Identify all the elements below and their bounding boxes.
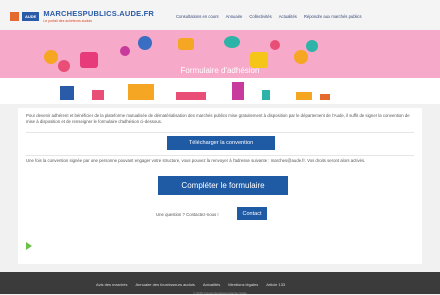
house-icon [92, 90, 104, 100]
footer-links: Avis des marchés Annuaire des fournisseu… [96, 282, 285, 287]
nav-annuaire[interactable]: Annuaire [226, 14, 243, 19]
tower-icon [232, 82, 244, 100]
footer-link-article[interactable]: Article 133 [266, 282, 285, 287]
bubble-icon-2 [270, 40, 280, 50]
school-icon [176, 92, 206, 100]
bubble-icon [120, 46, 130, 56]
footer-link-mentions[interactable]: Mentions légales [228, 282, 258, 287]
nav-actualites[interactable]: Actualités [279, 14, 297, 19]
footer-link-avis[interactable]: Avis des marchés [96, 282, 128, 287]
copyright: © 2015 Conseil départemental de l'Aude [193, 291, 247, 295]
banner: Formulaire d'adhésion [0, 30, 440, 104]
download-convention-button[interactable]: Télécharger la convention [167, 136, 275, 150]
logo-title: MARCHESPUBLICS.AUDE.FR [43, 9, 154, 18]
pencil-icon [178, 38, 194, 50]
question-text: Une question ? Contactez-nous ! [156, 212, 219, 217]
building-icon [60, 86, 74, 100]
main-nav: Consultations en cours Annuaire Collecti… [176, 14, 362, 19]
instructions-text: Une fois la convention signée par une pe… [26, 158, 366, 163]
footer: Avis des marchés Annuaire des fournisseu… [0, 272, 440, 295]
contact-button[interactable]: Contact [237, 207, 267, 220]
factory-icon [128, 84, 154, 100]
speech-bubble-icon [44, 50, 58, 64]
flag-icon [10, 11, 19, 21]
logo-box: AUDE [22, 11, 40, 21]
bus-icon [296, 92, 312, 100]
people-icon [138, 36, 152, 50]
footer-link-annuaire[interactable]: Annuaire des fournisseurs audois [136, 282, 195, 287]
main-content: Pour devenir adhérent et bénéficier de l… [18, 108, 422, 264]
email-icon [294, 50, 308, 64]
banner-title: Formulaire d'adhésion [180, 66, 260, 75]
nav-consultations[interactable]: Consultations en cours [176, 14, 219, 19]
site-logo[interactable]: AUDE MARCHESPUBLICS.AUDE.FR Le portail d… [10, 9, 154, 23]
nav-repondre[interactable]: Répondre aux marchés publics [304, 14, 362, 19]
intro-text: Pour devenir adhérent et bénéficier de l… [26, 113, 410, 124]
nav-collectivites[interactable]: Collectivités [249, 14, 271, 19]
play-arrow-icon[interactable] [26, 242, 32, 250]
tree-icon [262, 90, 270, 100]
divider [26, 155, 414, 156]
divider [26, 132, 414, 133]
footer-link-actualites[interactable]: Actualités [203, 282, 220, 287]
complete-form-button[interactable]: Compléter le formulaire [158, 176, 288, 195]
top-header: AUDE MARCHESPUBLICS.AUDE.FR Le portail d… [0, 0, 440, 30]
car-icon [320, 94, 330, 100]
logo-subtitle: Le portail des acheteurs audois [43, 19, 92, 23]
bubble-icon-3 [306, 40, 318, 52]
logo-text: MARCHESPUBLICS.AUDE.FR Le portail des ac… [43, 9, 154, 23]
chat-icon [224, 36, 240, 48]
